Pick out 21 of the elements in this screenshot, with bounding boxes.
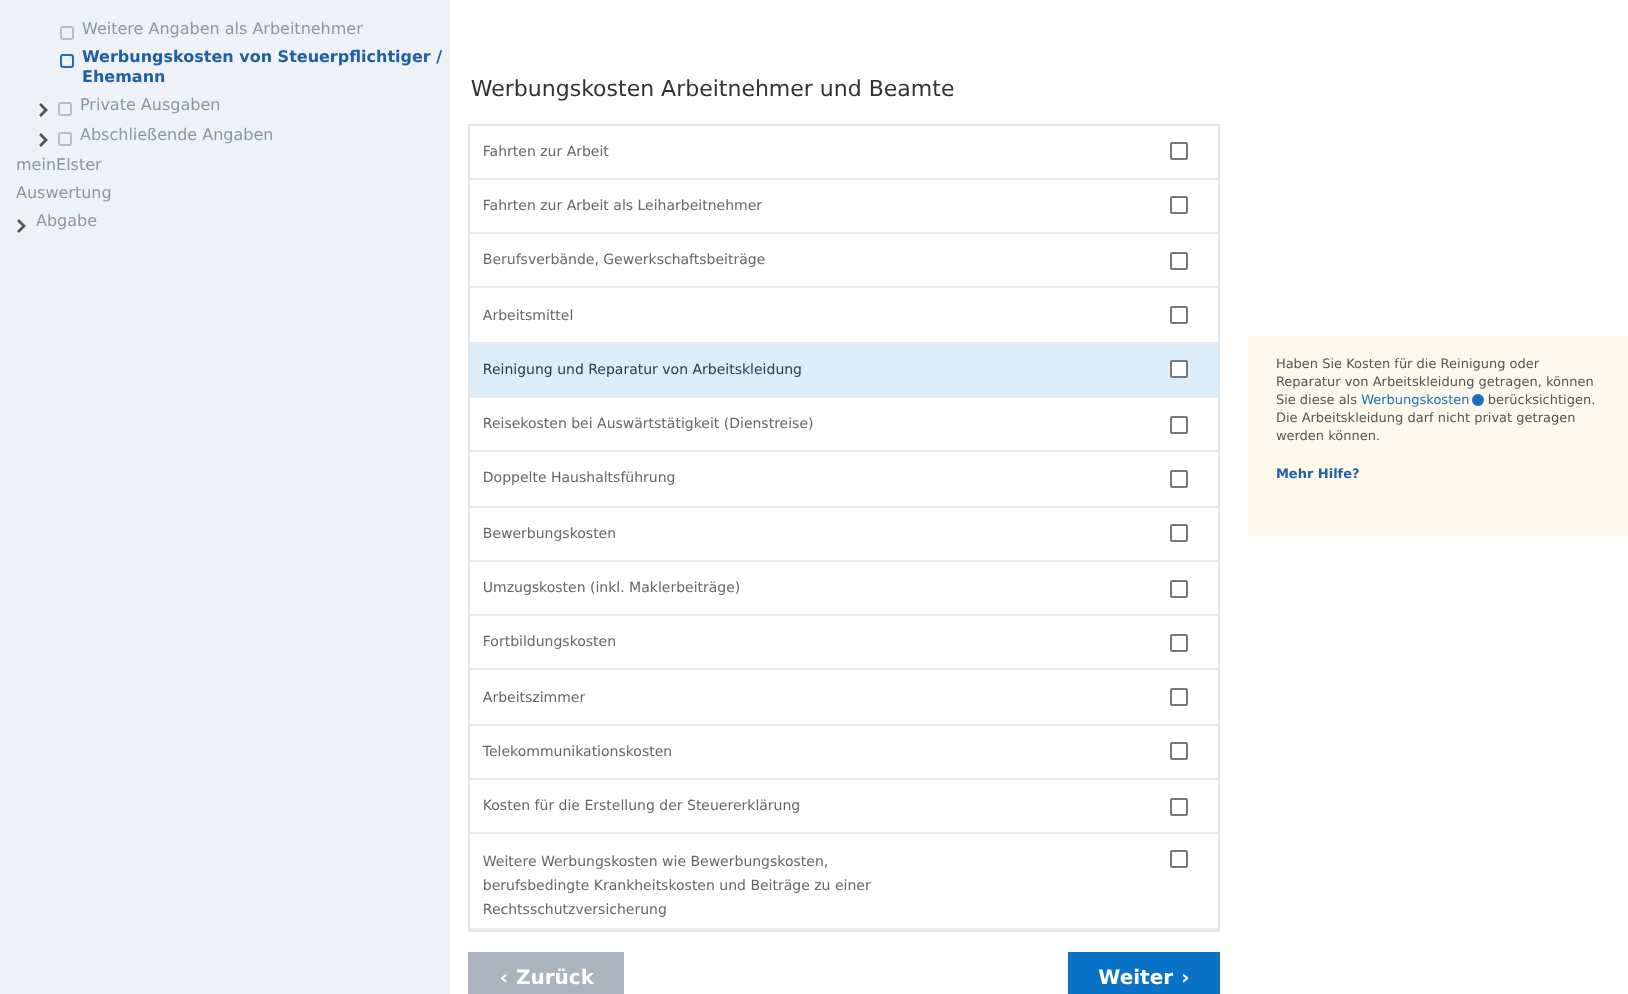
page-title: Werbungskosten Arbeitnehmer und Beamte — [470, 74, 957, 106]
checkbox[interactable] — [1169, 579, 1188, 598]
checkbox[interactable] — [1169, 415, 1188, 434]
checkbox[interactable] — [1169, 797, 1188, 816]
next-button[interactable]: Weiter › — [1067, 952, 1220, 994]
checkbox[interactable] — [1169, 850, 1188, 869]
checkbox[interactable] — [1169, 142, 1188, 161]
info-icon[interactable] — [1471, 394, 1484, 407]
sidebar-item[interactable]: Werbungskosten von Steuerpflichtiger / Ehemann — [82, 48, 451, 88]
form-status-icon — [58, 132, 72, 146]
checkbox[interactable] — [1169, 688, 1188, 707]
checkbox[interactable] — [1169, 524, 1188, 543]
checkbox[interactable] — [1169, 469, 1188, 488]
chevron-icon[interactable] — [16, 218, 28, 234]
checkbox[interactable] — [1169, 742, 1188, 761]
form-status-icon — [58, 102, 72, 116]
checkbox[interactable] — [1169, 360, 1188, 379]
checkbox[interactable] — [1169, 196, 1188, 215]
checkbox[interactable] — [1169, 633, 1188, 652]
checkbox[interactable] — [1169, 306, 1188, 325]
checkbox[interactable] — [1169, 251, 1188, 270]
